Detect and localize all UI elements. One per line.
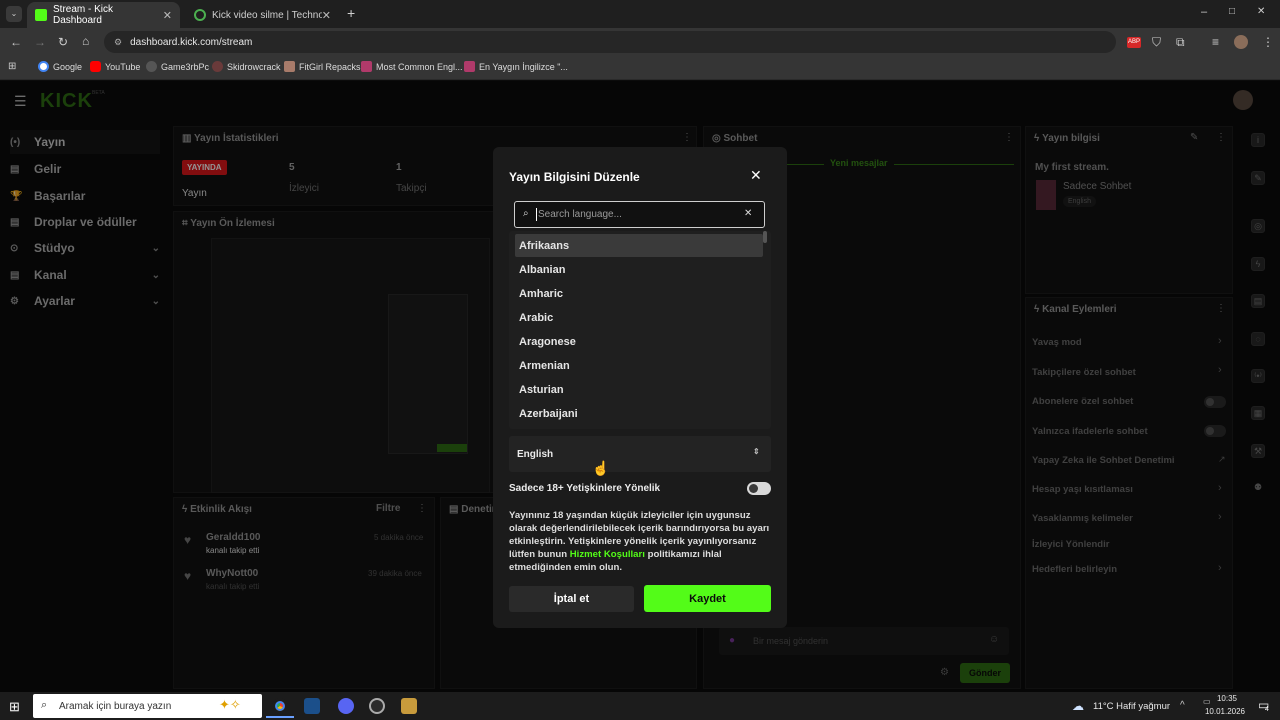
media-icon[interactable]: ≡ <box>1212 35 1219 49</box>
home-icon[interactable]: ⌂ <box>82 34 89 48</box>
sparkle-icon: ✦✧ <box>219 697 241 712</box>
active-app-indicator <box>266 716 294 718</box>
apps-grid-icon[interactable]: ⊞ <box>8 61 16 72</box>
weather-text[interactable]: 11°C Hafif yağmur <box>1093 701 1170 712</box>
clock-time[interactable]: 10:35 <box>1212 694 1242 703</box>
language-option[interactable]: Armenian <box>515 354 763 377</box>
network-icon[interactable]: ▭ <box>1203 697 1211 706</box>
search-placeholder: Search language... <box>538 209 622 220</box>
google-icon <box>38 61 49 72</box>
bookmark-skidrowcrack[interactable]: Skidrowcrack <box>212 61 281 72</box>
bookmark-en-yaygin[interactable]: En Yaygın İngilizce "... <box>464 61 568 72</box>
clock-date[interactable]: 10.01.2026 <box>1203 707 1247 716</box>
url-text: dashboard.kick.com/stream <box>130 36 253 48</box>
language-dropdown-list: Afrikaans Albanian Amharic Arabic Aragon… <box>509 231 771 429</box>
forward-icon[interactable]: → <box>34 35 46 49</box>
youtube-icon <box>90 61 101 72</box>
chevron-up-icon[interactable]: ^ <box>1180 700 1185 711</box>
new-tab-button[interactable]: + <box>347 5 355 21</box>
adult-content-toggle[interactable] <box>747 482 771 495</box>
language-option[interactable]: Afrikaans <box>515 234 763 257</box>
site-icon <box>464 61 475 72</box>
cancel-button[interactable]: İptal et <box>509 586 634 612</box>
fitgirl-icon <box>284 61 295 72</box>
hand-cursor-icon: ☝ <box>592 460 610 476</box>
selected-language: English <box>517 448 554 460</box>
adult-content-description: Yayınınız 18 yaşından küçük izleyiciler … <box>509 510 770 573</box>
chrome-taskbar-icon[interactable] <box>272 698 288 714</box>
adblock-icon[interactable]: ABP <box>1127 37 1141 48</box>
site-info-icon[interactable]: ⚙ <box>114 37 122 48</box>
site-icon <box>361 61 372 72</box>
close-icon[interactable]: ✕ <box>322 9 331 22</box>
reload-icon[interactable]: ↻ <box>58 35 68 49</box>
url-field[interactable]: ⚙ dashboard.kick.com/stream <box>104 31 1116 53</box>
close-window-button[interactable]: ✕ <box>1257 6 1265 17</box>
text-cursor <box>536 208 537 221</box>
terms-of-service-link[interactable]: Hizmet Koşulları <box>570 549 645 560</box>
tab-title: Kick video silme | Technopat So <box>212 9 322 21</box>
language-option[interactable]: Aragonese <box>515 330 763 353</box>
bookmarks-bar: ⊞ Google YouTube Game3rbPc Skidrowcrack … <box>0 56 1280 80</box>
language-search-input[interactable]: ⌕ Search language... ✕ <box>514 201 765 228</box>
language-select[interactable]: English ⇕ <box>509 436 771 472</box>
cloud-icon: ☁ <box>1072 699 1084 713</box>
bookmark-game3rbpc[interactable]: Game3rbPc <box>146 61 209 72</box>
save-button[interactable]: Kaydet <box>644 585 771 612</box>
obs-icon[interactable] <box>369 698 385 714</box>
list-scrollbar[interactable] <box>763 231 767 243</box>
adult-content-label: Sadece 18+ Yetişkinlere Yönelik <box>509 483 661 494</box>
windows-start-icon[interactable]: ⊞ <box>9 699 20 715</box>
language-option[interactable]: Arabic <box>515 306 763 329</box>
skull-icon <box>212 61 223 72</box>
language-option[interactable]: Albanian <box>515 258 763 281</box>
tab-kick-dashboard[interactable]: Stream - Kick Dashboard ✕ <box>27 2 180 28</box>
kick-favicon <box>35 9 47 21</box>
tab-title: Stream - Kick Dashboard <box>53 4 114 26</box>
taskbar-search-input[interactable]: ⌕ Aramak için buraya yazın ✦✧ <box>33 694 262 718</box>
maximize-button[interactable]: □ <box>1229 6 1235 17</box>
edit-stream-info-modal: Yayın Bilgisini Düzenle ✕ ⌕ Search langu… <box>493 147 787 628</box>
modal-title: Yayın Bilgisini Düzenle <box>509 170 640 184</box>
chevron-updown-icon: ⇕ <box>753 447 760 456</box>
power-favicon <box>194 9 206 21</box>
close-icon[interactable]: ✕ <box>163 9 172 22</box>
minimize-button[interactable]: – <box>1201 6 1207 18</box>
bookmark-google[interactable]: Google <box>38 61 82 72</box>
language-option[interactable]: Asturian <box>515 378 763 401</box>
close-icon[interactable]: ✕ <box>750 167 762 184</box>
language-option[interactable]: Azerbaijani <box>515 402 763 425</box>
clear-search-icon[interactable]: ✕ <box>744 208 752 219</box>
extensions-icon[interactable]: ⧉ <box>1176 35 1185 50</box>
steam-icon[interactable] <box>304 698 320 714</box>
bookmark-youtube[interactable]: YouTube <box>90 61 140 72</box>
language-option[interactable]: Amharic <box>515 282 763 305</box>
notification-count: 4 <box>1265 706 1269 713</box>
browser-tab-bar: ⌄ Stream - Kick Dashboard ✕ Kick video s… <box>0 0 1280 28</box>
tab-search-button[interactable]: ⌄ <box>6 6 22 22</box>
bookmark-fitgirl[interactable]: FitGirl Repacks <box>284 61 361 72</box>
discord-icon[interactable] <box>338 698 354 714</box>
search-icon: ⌕ <box>41 699 48 711</box>
search-icon: ⌕ <box>523 208 529 219</box>
menu-icon[interactable]: ⋮ <box>1262 35 1274 49</box>
tab-technopat[interactable]: Kick video silme | Technopat So ✕ <box>186 2 339 28</box>
bookmark-most-common[interactable]: Most Common Engl... <box>361 61 463 72</box>
league-icon[interactable] <box>401 698 417 714</box>
profile-avatar[interactable] <box>1234 35 1248 49</box>
shield-icon[interactable]: ⛉ <box>1152 35 1161 50</box>
back-icon[interactable]: ← <box>10 35 22 49</box>
game-icon <box>146 61 157 72</box>
